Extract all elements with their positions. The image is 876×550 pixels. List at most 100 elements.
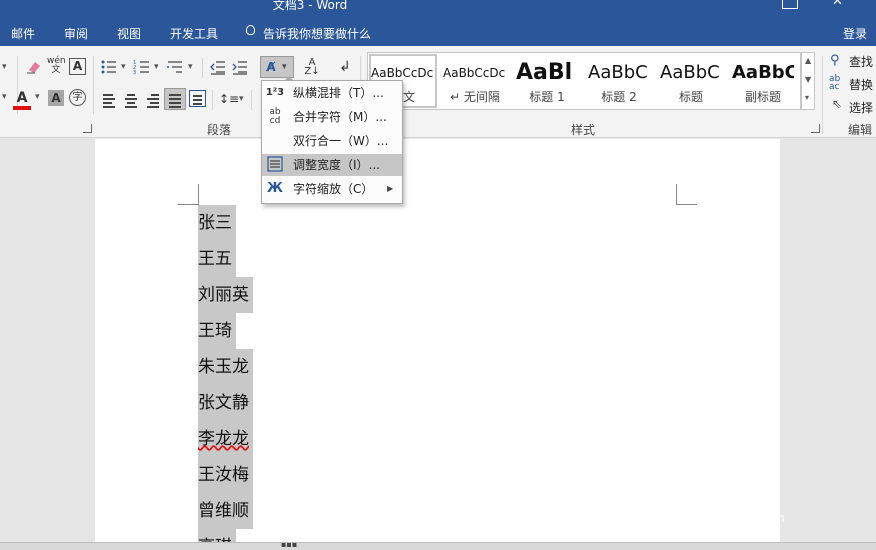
character-scale-icon: Ж	[267, 181, 283, 196]
close-icon[interactable]: ✕	[832, 0, 843, 9]
numbering-dropdown-icon[interactable]: ▾	[154, 62, 159, 72]
sort-icon[interactable]: A Z↓	[303, 58, 321, 77]
paragraph-group-label: 段落	[207, 123, 232, 137]
bullets-icon[interactable]	[100, 58, 118, 76]
menu-item-combine-characters[interactable]: ab cd 合并字符（M）...	[262, 106, 402, 128]
line-spacing-dropdown-icon[interactable]: ▾	[239, 94, 244, 104]
selected-text-line[interactable]: 高琪	[198, 529, 236, 542]
svg-text:3: 3	[133, 70, 136, 76]
enclose-characters-icon[interactable]: 字	[69, 89, 86, 106]
select-button[interactable]: 选择	[849, 99, 873, 116]
align-center-icon[interactable]	[122, 90, 140, 108]
gallery-down-icon[interactable]: ▼	[805, 75, 811, 84]
lightbulb-icon	[246, 25, 255, 35]
selected-text-line[interactable]: 王汝梅	[198, 457, 253, 493]
bullets-dropdown-icon[interactable]: ▾	[121, 62, 126, 72]
increase-indent-icon[interactable]	[231, 58, 249, 76]
watermark-url: jingyan.baidu.com	[674, 511, 785, 525]
selected-text-line[interactable]: 张文静	[198, 385, 253, 421]
style-preview: AaBbC	[660, 62, 720, 83]
tab-review[interactable]: 审阅	[64, 25, 88, 42]
line-spacing-icon[interactable]: ↕≡	[219, 90, 239, 108]
find-button[interactable]: 查找	[849, 53, 873, 70]
margin-corner-mark	[676, 184, 697, 205]
selected-text-line[interactable]: 刘丽英	[198, 277, 253, 313]
style-preview: AaBl	[516, 60, 573, 85]
menu-item-vertical-horizontal[interactable]: 1²3 纵横混排（T）...	[262, 82, 402, 104]
text-effects-dropdown-icon[interactable]: ▾	[2, 92, 7, 102]
tab-mailings[interactable]: 邮件	[11, 25, 35, 42]
selected-text-line[interactable]: 李龙龙	[198, 421, 253, 457]
style-name: 标题 1	[529, 90, 565, 104]
gallery-more-icon[interactable]: ▾	[805, 93, 809, 102]
submenu-arrow-icon: ▶	[387, 184, 394, 193]
selected-text-line[interactable]: 曾维顺	[198, 493, 253, 529]
window-title: 文档3 - Word	[272, 0, 348, 12]
group-separator	[822, 56, 823, 134]
style-heading-1[interactable]: AaBl 标题 1	[516, 53, 578, 109]
menu-item-character-scale[interactable]: Ж 字符缩放（C） ▶	[262, 178, 402, 200]
style-preview: AaBbC	[732, 62, 794, 83]
margin-corner-mark	[178, 184, 199, 205]
menu-item-label: 合并字符（M）...	[293, 110, 387, 124]
character-border-icon[interactable]: A	[69, 58, 86, 75]
menu-item-label: 字符缩放（C）	[293, 182, 374, 196]
decrease-indent-icon[interactable]	[209, 58, 227, 76]
clear-formatting-icon[interactable]	[25, 58, 43, 76]
selected-text-line[interactable]: 朱玉龙	[198, 349, 253, 385]
style-subtitle[interactable]: AaBbC 副标题	[732, 53, 794, 109]
menu-item-label: 双行合一（W）...	[293, 134, 389, 148]
font-dialog-launcher-icon[interactable]	[83, 124, 92, 133]
styles-gallery-scrollbar[interactable]: ▲ ▼ ▾	[801, 52, 815, 110]
multilevel-list-icon[interactable]	[166, 58, 184, 76]
menu-item-two-lines-in-one[interactable]: 双行合一（W）...	[262, 130, 402, 152]
styles-dialog-launcher-icon[interactable]	[811, 124, 820, 133]
character-shading-icon[interactable]: A	[48, 90, 64, 106]
style-name: 副标题	[744, 90, 781, 104]
asian-layout-icon: A̸	[266, 60, 276, 74]
style-preview: AaBbC	[588, 62, 648, 83]
style-title[interactable]: AaBbC 标题	[660, 53, 722, 109]
gallery-up-icon[interactable]: ▲	[805, 56, 811, 65]
scroll-grip-icon[interactable]: ▪▪▪	[281, 540, 297, 549]
vertical-horizontal-icon: 1²3	[265, 87, 285, 98]
style-no-spacing[interactable]: AaBbCcDc ↵ 无间隔	[443, 53, 507, 109]
menu-item-label: 纵横混排（T）...	[293, 86, 384, 100]
distributed-icon[interactable]	[189, 90, 206, 107]
style-name: 标题 2	[601, 90, 637, 104]
selected-text-line[interactable]: 王五	[198, 241, 236, 277]
style-heading-2[interactable]: AaBbC 标题 2	[588, 53, 650, 109]
selected-text-line[interactable]: 王琦	[198, 313, 236, 349]
group-separator	[93, 56, 94, 114]
fit-text-icon	[265, 156, 285, 174]
align-left-icon[interactable]	[100, 90, 118, 108]
font-color-swatch	[13, 106, 31, 110]
tell-me-search[interactable]: 告诉我你想要做什么	[263, 25, 371, 42]
phonetic-guide-icon[interactable]: wén 文	[47, 57, 66, 75]
font-color-icon[interactable]: A	[13, 89, 31, 107]
styles-group-label: 样式	[571, 123, 596, 137]
combine-characters-icon: ab cd	[269, 107, 281, 126]
numbering-icon[interactable]: 123	[133, 58, 151, 76]
justify-icon	[166, 90, 184, 108]
editing-group-label: 编辑	[848, 123, 873, 137]
tab-developer[interactable]: 开发工具	[170, 25, 218, 42]
style-name: ↵ 无间隔	[450, 90, 500, 104]
separator	[202, 58, 203, 78]
align-right-icon[interactable]	[144, 90, 162, 108]
tab-view[interactable]: 视图	[117, 25, 141, 42]
select-cursor-icon: ⇖	[832, 97, 843, 111]
selected-text-line[interactable]: 张三	[198, 205, 236, 241]
menu-pointer	[284, 76, 294, 81]
multilevel-dropdown-icon[interactable]: ▾	[188, 62, 193, 72]
font-size-dropdown-icon[interactable]: ▾	[2, 62, 7, 72]
font-color-dropdown-icon[interactable]: ▾	[35, 92, 40, 102]
menu-item-fit-text[interactable]: 调整宽度（I）...	[262, 154, 402, 176]
sign-in-link[interactable]: 登录	[843, 25, 867, 42]
style-name: 标题	[678, 90, 703, 104]
separator	[212, 90, 213, 110]
baidu-jingyan-watermark: Bai经验 jingyan.baidu.com	[672, 449, 832, 539]
restore-icon[interactable]	[782, 0, 798, 9]
replace-button[interactable]: 替换	[849, 76, 873, 93]
show-formatting-marks-icon[interactable]: ↲	[336, 58, 354, 76]
